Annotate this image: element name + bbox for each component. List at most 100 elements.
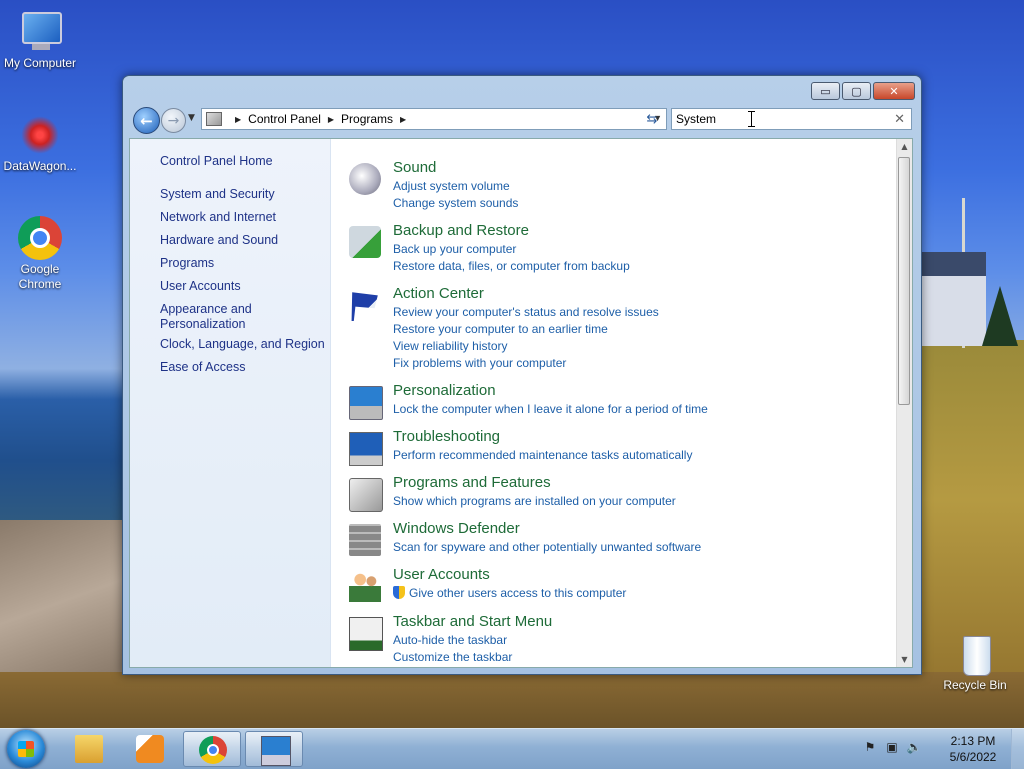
result-link[interactable]: Scan for spyware and other potentially u… — [393, 540, 701, 554]
address-bar[interactable]: ▶ Control Panel ▶ Programs ▶ ▼ — [201, 108, 667, 130]
users-icon — [349, 570, 381, 602]
result-link[interactable]: Restore your computer to an earlier time — [393, 322, 608, 336]
recent-pages-button[interactable]: ▼ — [188, 113, 195, 123]
breadcrumb-programs[interactable]: Programs — [341, 112, 393, 126]
scrollbar-thumb[interactable] — [898, 157, 910, 405]
defender-icon — [349, 524, 381, 556]
result-link[interactable]: Lock the computer when I leave it alone … — [393, 402, 708, 416]
desktop-icon-label: Google Chrome — [18, 262, 62, 291]
refresh-icon: ⇆ — [646, 111, 658, 127]
sidebar-item-user-accounts[interactable]: User Accounts — [160, 279, 241, 294]
maximize-button[interactable]: ▢ — [842, 82, 871, 100]
desktop-wallpaper-house — [922, 252, 986, 346]
result-title[interactable]: Taskbar and Start Menu — [393, 613, 552, 630]
clock-date: 5/6/2022 — [949, 750, 997, 764]
volume-icon[interactable]: 🔈 — [906, 739, 922, 755]
speaker-icon — [349, 163, 381, 195]
result-title[interactable]: Troubleshooting — [393, 428, 500, 445]
maximize-icon: ▢ — [851, 84, 862, 98]
clear-search-icon[interactable]: ✕ — [894, 111, 905, 127]
back-button[interactable]: ← — [133, 107, 160, 134]
result-title[interactable]: Backup and Restore — [393, 222, 529, 239]
control-panel-window: ▭ ▢ ✕ ← → ▼ ▶ Control Panel ▶ Programs ▶… — [122, 75, 922, 675]
forward-button[interactable]: → — [161, 108, 186, 133]
breadcrumb-arrow-icon[interactable]: ▶ — [328, 115, 334, 124]
result-title[interactable]: Sound — [393, 159, 436, 176]
desktop-icon-label: My Computer — [3, 56, 77, 70]
chrome-icon — [199, 736, 227, 764]
sidebar-item-programs[interactable]: Programs — [160, 256, 214, 271]
show-desktop-button[interactable] — [1011, 729, 1024, 769]
desktop-icon-google-chrome[interactable]: Google Chrome — [0, 216, 80, 292]
result-link[interactable]: Auto-hide the taskbar — [393, 633, 507, 647]
scroll-down-icon[interactable]: ▼ — [897, 652, 912, 667]
sidebar-item-appearance-and-personalization[interactable]: Appearance and Personalization — [160, 302, 252, 332]
desktop-icon-label: DataWagon... — [3, 159, 77, 173]
sidebar-item-clock-language-region[interactable]: Clock, Language, and Region — [160, 337, 325, 352]
media-player-icon — [136, 735, 164, 763]
search-input[interactable] — [676, 111, 876, 127]
result-link[interactable]: View reliability history — [393, 339, 508, 353]
start-button[interactable] — [7, 730, 45, 768]
arrow-right-icon: → — [167, 112, 180, 129]
breadcrumb-control-panel[interactable]: Control Panel — [248, 112, 321, 126]
close-button[interactable]: ✕ — [873, 82, 915, 100]
backup-icon — [349, 226, 381, 258]
taskbar: ⚑ ▣ 🔈 2:13 PM 5/6/2022 — [0, 728, 1024, 769]
taskbar-media-player[interactable] — [121, 731, 179, 767]
window-caption-buttons: ▭ ▢ ✕ — [809, 82, 915, 100]
content-area: Control Panel Home System and Security N… — [129, 138, 913, 668]
result-title[interactable]: Programs and Features — [393, 474, 551, 491]
sidebar-item-system-and-security[interactable]: System and Security — [160, 187, 275, 202]
folder-icon — [75, 735, 103, 763]
result-title[interactable]: User Accounts — [393, 566, 490, 583]
search-results: Sound Adjust system volume Change system… — [331, 139, 899, 667]
result-title[interactable]: Windows Defender — [393, 520, 520, 537]
personalization-icon — [349, 386, 383, 420]
action-center-flag-icon[interactable]: ⚑ — [862, 739, 878, 755]
sidebar-item-control-panel-home[interactable]: Control Panel Home — [160, 154, 273, 169]
chrome-icon — [18, 216, 62, 260]
result-link[interactable]: Fix problems with your computer — [393, 356, 566, 370]
desktop-icon-my-computer[interactable]: My Computer — [0, 10, 80, 70]
scroll-up-icon[interactable]: ▲ — [897, 139, 912, 154]
search-box[interactable]: ✕ — [671, 108, 912, 130]
breadcrumb-arrow-icon[interactable]: ▶ — [235, 115, 241, 124]
taskbar-icon — [349, 617, 383, 651]
troubleshooting-icon — [349, 432, 383, 466]
taskbar-control-panel[interactable] — [245, 731, 303, 767]
navigation-pane: Control Panel Home System and Security N… — [130, 139, 331, 667]
result-link[interactable]: Adjust system volume — [393, 179, 510, 193]
vertical-scrollbar[interactable]: ▲ ▼ — [896, 139, 912, 667]
programs-icon — [349, 478, 383, 512]
desktop-icon-recycle-bin[interactable]: Recycle Bin — [935, 632, 1015, 692]
control-panel-icon — [261, 736, 291, 766]
result-link[interactable]: Back up your computer — [393, 242, 516, 256]
result-link[interactable]: Show which programs are installed on you… — [393, 494, 676, 508]
result-link[interactable]: Review your computer's status and resolv… — [393, 305, 659, 319]
result-link[interactable]: Restore data, files, or computer from ba… — [393, 259, 630, 273]
result-link[interactable]: Give other users access to this computer — [409, 586, 626, 600]
breadcrumb-arrow-icon[interactable]: ▶ — [400, 115, 406, 124]
result-link[interactable]: Customize the taskbar — [393, 650, 512, 664]
system-clock[interactable]: 2:13 PM 5/6/2022 — [940, 733, 1006, 765]
network-icon[interactable]: ▣ — [884, 739, 900, 755]
sidebar-item-hardware-and-sound[interactable]: Hardware and Sound — [160, 233, 278, 248]
taskbar-windows-explorer[interactable] — [60, 731, 118, 767]
minimize-icon: ▭ — [820, 84, 831, 98]
uac-shield-icon — [393, 586, 405, 599]
result-link[interactable]: Change system sounds — [393, 196, 518, 210]
minimize-button[interactable]: ▭ — [811, 82, 840, 100]
datawagon-icon — [18, 113, 62, 157]
taskbar-google-chrome[interactable] — [183, 731, 241, 767]
result-link[interactable]: Perform recommended maintenance tasks au… — [393, 448, 692, 462]
desktop-icon-label: Recycle Bin — [943, 678, 1007, 692]
desktop-icon-datawagon[interactable]: DataWagon... — [0, 113, 80, 173]
sidebar-item-network-and-internet[interactable]: Network and Internet — [160, 210, 276, 225]
result-title[interactable]: Personalization — [393, 382, 496, 399]
recycle-bin-icon — [953, 632, 997, 676]
result-title[interactable]: Action Center — [393, 285, 484, 302]
sidebar-item-ease-of-access[interactable]: Ease of Access — [160, 360, 245, 375]
desktop-wallpaper-tree — [982, 286, 1018, 346]
refresh-button[interactable]: ⇆ — [641, 108, 663, 130]
